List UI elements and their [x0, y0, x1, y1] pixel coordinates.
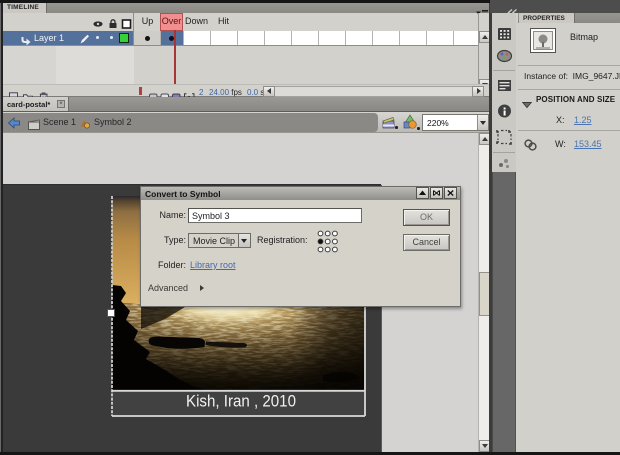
svg-text:Kish, Iran , 2010: Kish, Iran , 2010: [186, 393, 296, 411]
